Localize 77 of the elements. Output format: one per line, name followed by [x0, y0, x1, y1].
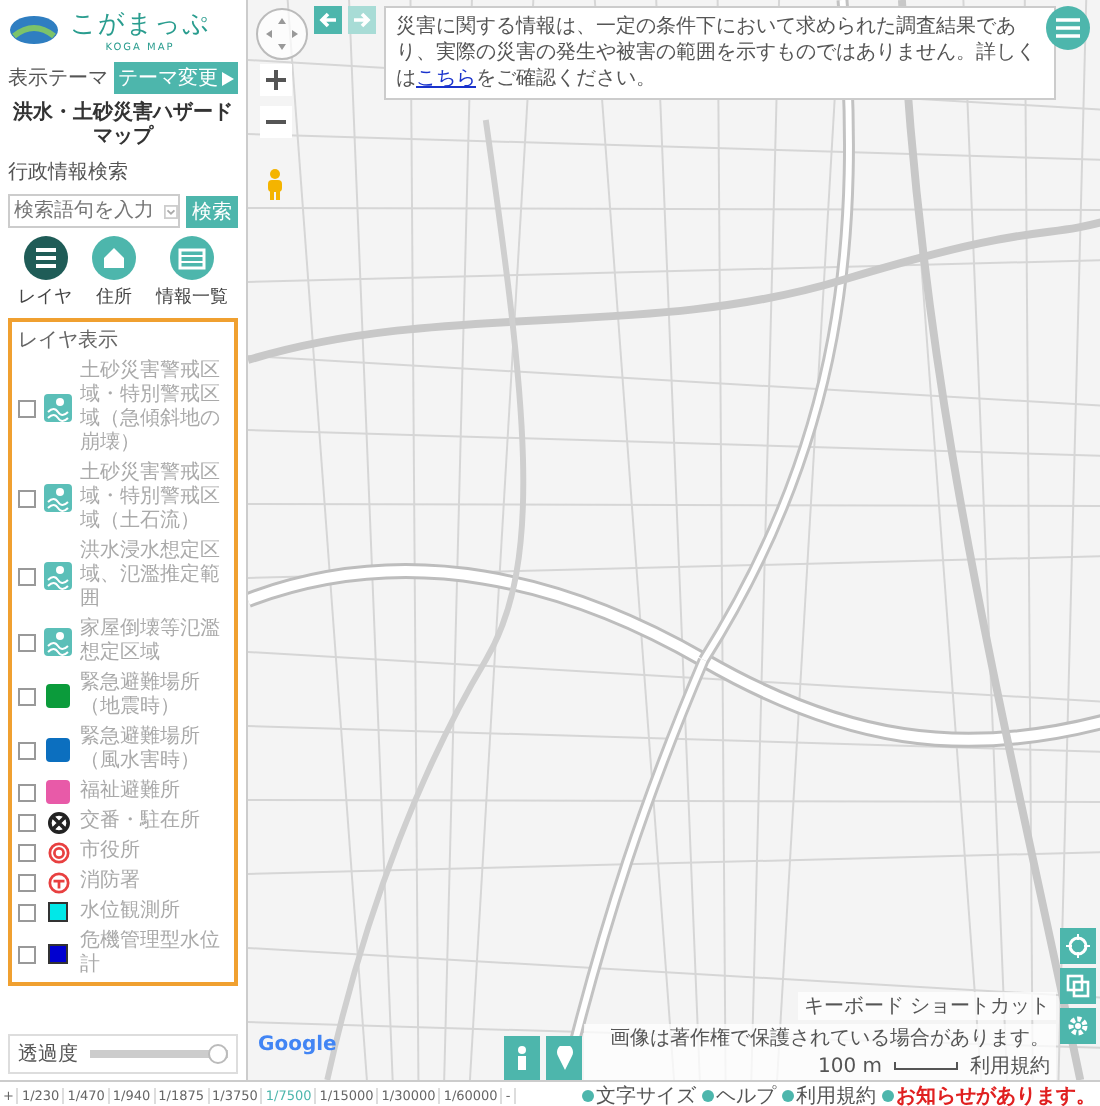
checkbox[interactable]	[18, 903, 36, 921]
layer-panel-title: レイヤ表示	[18, 327, 120, 354]
nav-button[interactable]: レイヤ	[18, 236, 72, 310]
layer-label: 土砂災害警戒区域・特別警戒区域（土石流）	[80, 462, 222, 534]
checkbox[interactable]	[18, 633, 36, 651]
search-label: 行政情報検索	[8, 159, 130, 186]
hazard-map-icon	[44, 628, 72, 656]
footer-link[interactable]: ヘルプ	[716, 1081, 776, 1106]
crosshair-icon	[1066, 934, 1090, 958]
checkbox[interactable]	[18, 783, 36, 801]
fire-station-icon	[47, 871, 69, 893]
arrow-right-icon	[352, 10, 372, 30]
layer-label: 消防署	[80, 870, 142, 894]
app-title: こがまっぷ	[70, 8, 210, 42]
checkbox[interactable]	[18, 567, 36, 585]
layer-label: 福祉避難所	[80, 780, 182, 804]
checkbox[interactable]	[18, 489, 36, 507]
checkbox[interactable]	[18, 813, 36, 831]
copy-button[interactable]	[1060, 968, 1096, 1004]
map-provider-logo: Google	[258, 1034, 337, 1056]
arrow-left-icon	[318, 10, 338, 30]
checkbox[interactable]	[18, 687, 36, 705]
back-button[interactable]	[314, 6, 342, 34]
transparency-label: 透過度	[18, 1041, 78, 1068]
layer-label: 危機管理型水位計	[80, 930, 222, 978]
bullet-icon	[582, 1089, 594, 1101]
slider-thumb[interactable]	[208, 1044, 228, 1064]
terms-link[interactable]: 利用規約	[970, 1052, 1050, 1080]
zoom-in-button[interactable]	[260, 64, 292, 96]
caret-icon	[164, 203, 178, 219]
layer-label: 交番・駐在所	[80, 810, 202, 834]
bullet-icon	[882, 1089, 894, 1101]
hazard-map-icon	[44, 562, 72, 590]
disclaimer-text: 災害に関する情報は、一定の条件下において求められた調査結果であり、実際の災害の発生や被害の範囲を示すものではありません。詳しくはこちら をご確認ください。	[384, 6, 1056, 100]
location-button[interactable]	[1060, 928, 1096, 964]
checkbox[interactable]	[18, 873, 36, 891]
transparency-slider[interactable]	[90, 1044, 228, 1064]
menu-icon	[1056, 18, 1080, 38]
details-link[interactable]: こちら	[416, 68, 476, 90]
footer-link[interactable]: 利用規約	[796, 1081, 876, 1106]
theme-label: 表示テーマ	[8, 65, 108, 92]
layer-label: 緊急避難場所（風水害時）	[80, 726, 202, 774]
bullet-icon	[702, 1089, 714, 1101]
layer-label: 洪水浸水想定区域、氾濫推定範囲	[80, 540, 222, 612]
footer-link[interactable]: 文字サイズ	[596, 1081, 696, 1106]
nav-button[interactable]: 情報一覧	[156, 236, 228, 310]
bullet-icon	[782, 1089, 794, 1101]
layer-label: 緊急避難場所（地震時）	[80, 672, 202, 720]
copy-icon	[1066, 974, 1090, 998]
layer-label: 土砂災害警戒区域・特別警戒区域（急傾斜地の崩壊）	[80, 360, 222, 456]
hazard-map-icon	[44, 394, 72, 422]
map-scale-bar	[894, 1062, 958, 1070]
crossed-circle-icon	[47, 811, 69, 833]
layer-label: 水位観測所	[80, 900, 182, 924]
current-theme: 洪水・土砂災害ハザードマップ	[11, 102, 235, 150]
map-copyright-text: 画像は著作権で保護されている場合があります。	[610, 1025, 1050, 1052]
layer-label: 家屋倒壊等氾濫想定区域	[80, 618, 222, 666]
double-circle-icon	[47, 841, 69, 863]
footer-link[interactable]: お知らせがあります。	[896, 1081, 1096, 1106]
settings-button[interactable]	[1060, 1008, 1096, 1044]
zoom-out-button[interactable]	[260, 106, 292, 138]
map-scale-label: 100 m	[817, 1055, 882, 1077]
checkbox[interactable]	[18, 741, 36, 759]
pin-icon	[555, 1046, 573, 1070]
plus-icon	[266, 70, 286, 90]
search-field[interactable]: 検索語句を入力	[8, 194, 180, 228]
checkbox[interactable]	[18, 843, 36, 861]
settings-icon	[1066, 1014, 1090, 1038]
hazard-map-icon	[44, 484, 72, 512]
checkbox[interactable]	[18, 945, 36, 963]
pegman-icon[interactable]	[266, 168, 284, 200]
layer-label: 市役所	[80, 840, 142, 864]
pin-button[interactable]	[546, 1036, 582, 1080]
keyboard-shortcuts-link[interactable]: キーボード ショートカット	[797, 992, 1056, 1020]
checkbox[interactable]	[18, 399, 36, 417]
city-logo-icon	[8, 14, 60, 46]
triangle-right-icon	[222, 71, 234, 85]
